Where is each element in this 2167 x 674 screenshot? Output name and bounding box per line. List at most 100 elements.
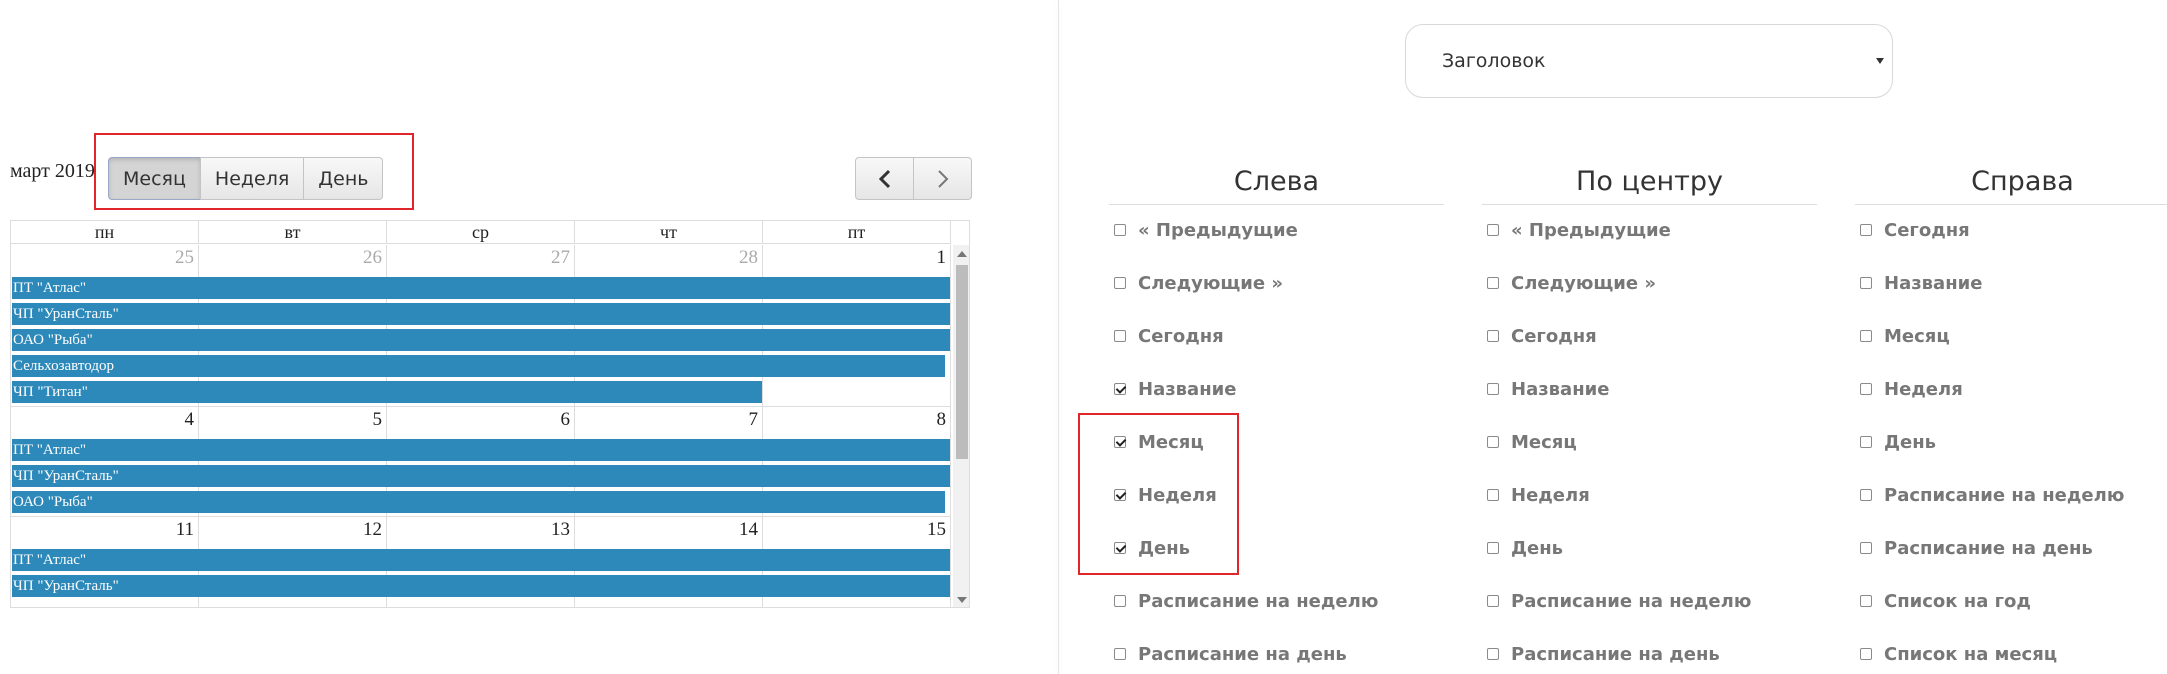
option-item[interactable]: Расписание на день	[1860, 533, 2093, 563]
view-month-button[interactable]: Месяц	[108, 157, 201, 200]
option-label: Расписание на неделю	[1884, 484, 2125, 506]
option-checkbox[interactable]	[1860, 330, 1872, 342]
option-checkbox[interactable]	[1114, 542, 1126, 554]
option-item[interactable]: Месяц	[1114, 427, 1204, 457]
option-item[interactable]: Название	[1114, 374, 1236, 404]
option-item[interactable]: Название	[1487, 374, 1609, 404]
option-checkbox[interactable]	[1860, 277, 1872, 289]
option-checkbox[interactable]	[1487, 489, 1499, 501]
option-label: День	[1511, 537, 1564, 559]
option-label: Неделя	[1138, 484, 1217, 506]
option-label: Следующие »	[1511, 272, 1656, 294]
option-label: Расписание на день	[1884, 537, 2093, 559]
option-checkbox[interactable]	[1114, 277, 1126, 289]
option-item[interactable]: « Предыдущие	[1114, 215, 1298, 245]
scroll-down-icon[interactable]	[957, 597, 967, 603]
option-item[interactable]: Расписание на неделю	[1487, 586, 1751, 616]
calendar-event[interactable]: ЧП "УранСталь"	[12, 465, 950, 487]
day-number: 6	[560, 409, 571, 430]
option-checkbox[interactable]	[1487, 383, 1499, 395]
option-checkbox[interactable]	[1487, 595, 1499, 607]
day-number: 13	[551, 519, 570, 540]
option-item[interactable]: Неделя	[1114, 480, 1217, 510]
day-name: пт	[763, 221, 951, 243]
option-label: « Предыдущие	[1511, 219, 1671, 241]
option-item[interactable]: Расписание на неделю	[1860, 480, 2124, 510]
option-label: Название	[1884, 272, 1983, 294]
calendar-event[interactable]: ОАО "Рыба"	[12, 329, 950, 351]
option-checkbox[interactable]	[1860, 542, 1872, 554]
day-number: 28	[739, 247, 758, 268]
option-checkbox[interactable]	[1860, 595, 1872, 607]
calendar-title: март 2019	[10, 160, 95, 182]
option-checkbox[interactable]	[1487, 330, 1499, 342]
scroll-up-icon[interactable]	[957, 251, 967, 257]
option-checkbox[interactable]	[1487, 436, 1499, 448]
month-scroll-area[interactable]: 25 26 27 28 1 ПТ "Атлас" ЧП "УранСталь" ОАО "Ры…	[11, 245, 969, 607]
option-checkbox[interactable]	[1114, 224, 1126, 236]
option-item[interactable]: Следующие »	[1487, 268, 1656, 298]
option-item[interactable]: Месяц	[1860, 321, 1950, 351]
day-number: 4	[184, 409, 195, 430]
option-item[interactable]: День	[1487, 533, 1563, 563]
option-label: Расписание на неделю	[1511, 590, 1752, 612]
header-select[interactable]: Заголовок	[1405, 24, 1893, 98]
day-cell[interactable]: 1	[763, 245, 951, 406]
scroll-thumb[interactable]	[956, 265, 968, 459]
option-checkbox[interactable]	[1487, 224, 1499, 236]
option-checkbox[interactable]	[1487, 542, 1499, 554]
option-label: Название	[1138, 378, 1237, 400]
option-item[interactable]: Месяц	[1487, 427, 1577, 457]
option-item[interactable]: Расписание на день	[1487, 639, 1720, 669]
option-checkbox[interactable]	[1487, 648, 1499, 660]
option-item[interactable]: Сегодня	[1114, 321, 1224, 351]
option-item[interactable]: День	[1860, 427, 1936, 457]
option-item[interactable]: Расписание на день	[1114, 639, 1347, 669]
option-item[interactable]: Неделя	[1487, 480, 1590, 510]
option-checkbox[interactable]	[1487, 277, 1499, 289]
next-button[interactable]	[913, 157, 972, 200]
calendar-event[interactable]: ПТ "Атлас"	[12, 277, 950, 299]
prev-button[interactable]	[855, 157, 914, 200]
option-checkbox[interactable]	[1860, 383, 1872, 395]
calendar-event[interactable]: ЧП "УранСталь"	[12, 575, 950, 597]
option-checkbox[interactable]	[1860, 224, 1872, 236]
option-item[interactable]: Сегодня	[1860, 215, 1970, 245]
calendar-week-row: 11 12 13 14 15 ПТ "Атлас" ЧП "УранСталь"	[11, 517, 951, 607]
scrollbar[interactable]	[953, 245, 969, 607]
option-checkbox[interactable]	[1114, 330, 1126, 342]
column-title: Справа	[1855, 165, 2167, 205]
option-checkbox[interactable]	[1114, 383, 1126, 395]
option-label: Расписание на день	[1511, 643, 1720, 665]
option-checkbox[interactable]	[1860, 436, 1872, 448]
option-checkbox[interactable]	[1860, 648, 1872, 660]
option-label: Список на месяц	[1884, 643, 2058, 665]
option-item[interactable]: Список на год	[1860, 586, 2031, 616]
calendar-event[interactable]: Сельхозавтодор	[12, 355, 945, 377]
view-week-button[interactable]: Неделя	[199, 157, 305, 200]
option-label: Расписание на неделю	[1138, 590, 1379, 612]
option-item[interactable]: Название	[1860, 268, 1982, 298]
option-item[interactable]: « Предыдущие	[1487, 215, 1671, 245]
option-checkbox[interactable]	[1114, 595, 1126, 607]
option-checkbox[interactable]	[1114, 489, 1126, 501]
option-label: Неделя	[1511, 484, 1590, 506]
option-checkbox[interactable]	[1114, 648, 1126, 660]
calendar-event[interactable]: ПТ "Атлас"	[12, 549, 950, 571]
option-item[interactable]: Следующие »	[1114, 268, 1283, 298]
calendar-event[interactable]: ЧП "УранСталь"	[12, 303, 950, 325]
option-checkbox[interactable]	[1114, 436, 1126, 448]
day-number: 12	[363, 519, 382, 540]
calendar-event[interactable]: ОАО "Рыба"	[12, 491, 945, 513]
calendar-event[interactable]: ЧП "Титан"	[12, 381, 762, 403]
day-number: 26	[363, 247, 382, 268]
view-day-button[interactable]: День	[303, 157, 384, 200]
option-item[interactable]: Сегодня	[1487, 321, 1597, 351]
option-item[interactable]: Расписание на неделю	[1114, 586, 1378, 616]
option-item[interactable]: День	[1114, 533, 1190, 563]
day-number: 15	[927, 519, 946, 540]
option-item[interactable]: Список на месяц	[1860, 639, 2057, 669]
option-checkbox[interactable]	[1860, 489, 1872, 501]
calendar-event[interactable]: ПТ "Атлас"	[12, 439, 950, 461]
option-item[interactable]: Неделя	[1860, 374, 1963, 404]
